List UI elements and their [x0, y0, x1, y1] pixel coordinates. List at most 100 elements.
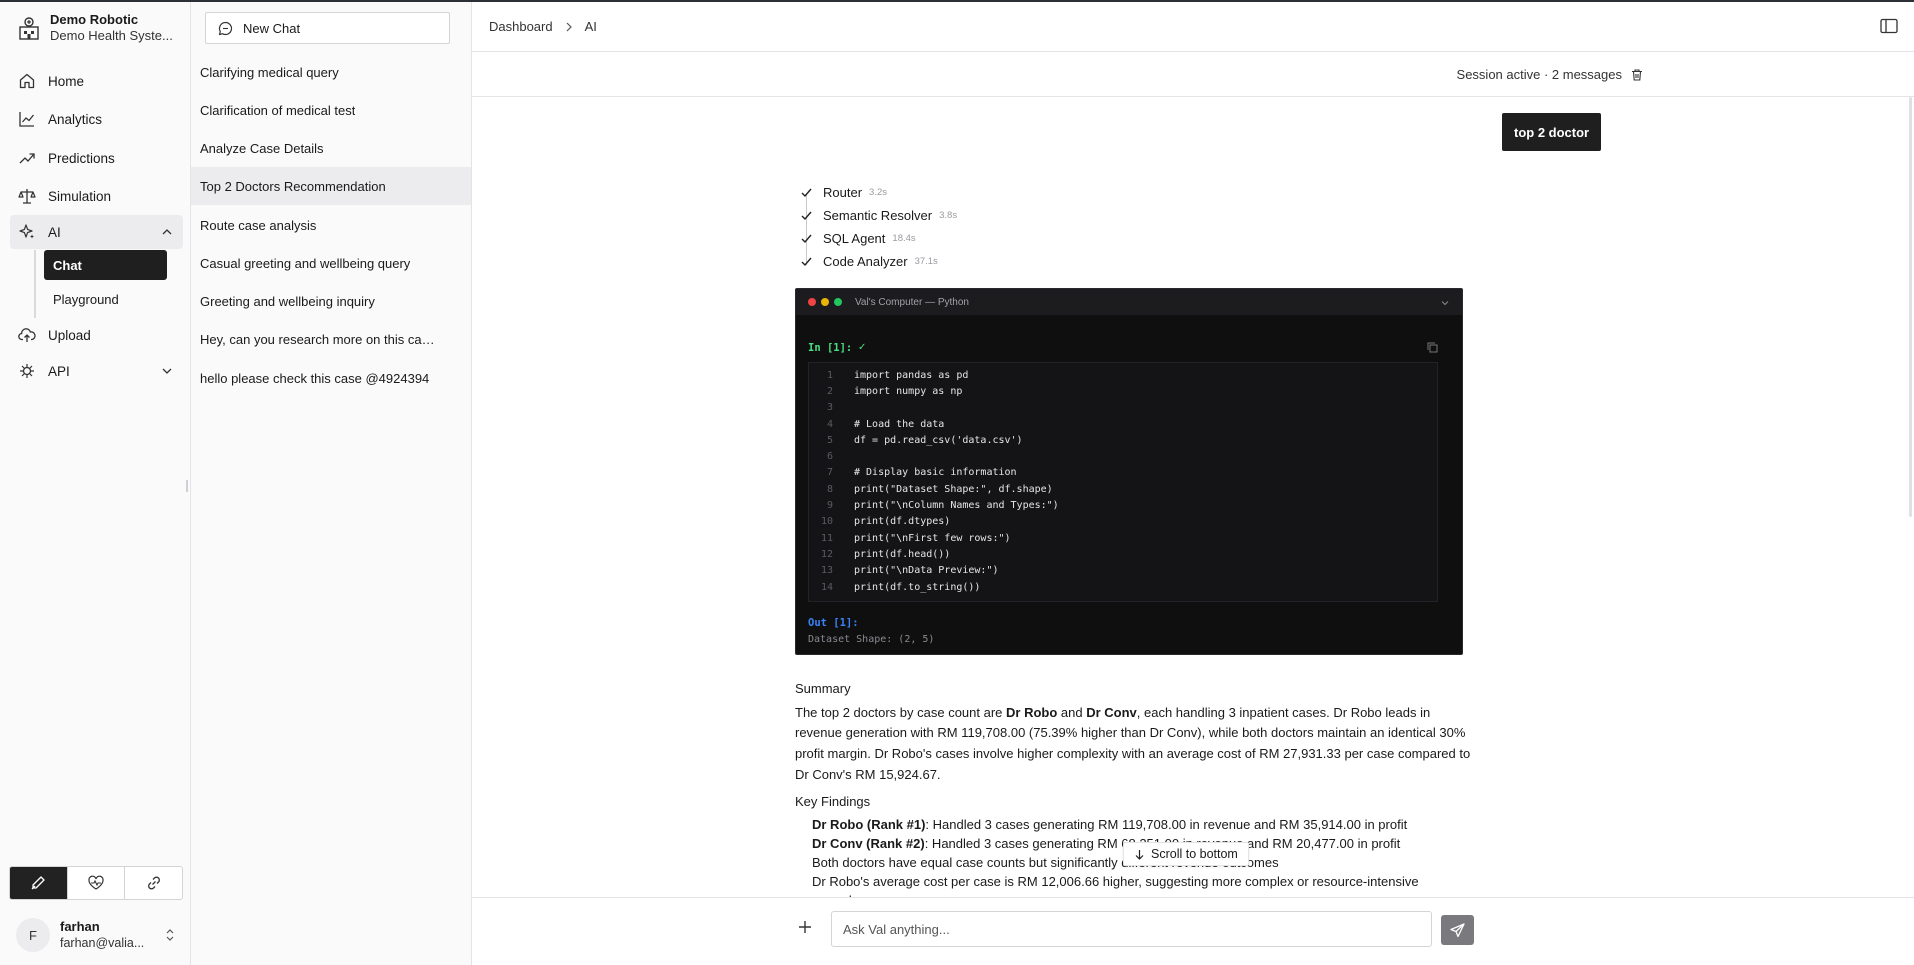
- code-text: # Load the data: [854, 418, 945, 430]
- nav-item-predictions[interactable]: Predictions: [10, 141, 183, 175]
- message-circle-icon: [218, 21, 233, 35]
- panel-toggle-icon[interactable]: [1880, 18, 1898, 34]
- new-chat-button[interactable]: New Chat: [205, 12, 450, 44]
- code-line: 9 print("\nColumn Names and Types:"): [826, 500, 1059, 512]
- hospital-logo-icon: [19, 17, 39, 40]
- step-label: SQL Agent: [823, 231, 886, 246]
- chat-history-item[interactable]: Hey, can you research more on this cas..…: [191, 320, 471, 358]
- nav-item-upload[interactable]: Upload: [10, 318, 183, 352]
- chat-history-item[interactable]: Clarification of medical test: [191, 91, 471, 129]
- pen-icon: [31, 876, 45, 890]
- code-block: 1 import pandas as pd 2 import numpy as np…: [808, 362, 1438, 602]
- plus-icon[interactable]: [798, 920, 812, 934]
- check-icon: [801, 257, 812, 267]
- agent-step: SQL Agent 18.4s: [800, 227, 957, 250]
- chat-title: Analyze Case Details: [200, 140, 324, 156]
- nav-subitem-chat[interactable]: Chat: [44, 250, 167, 280]
- input-cell-label: In [1]:: [808, 342, 853, 354]
- code-text: import pandas as pd: [854, 369, 969, 381]
- link-icon: [147, 876, 160, 890]
- step-time: 3.2s: [869, 187, 887, 198]
- list-item: Dr Robo (Rank #1): Handled 3 cases gener…: [812, 815, 1475, 834]
- chevron-down-icon[interactable]: [1440, 298, 1450, 308]
- chat-history-item[interactable]: hello please check this case @4924394: [191, 359, 471, 397]
- conversation-scroll[interactable]: top 2 doctor Router 3.2s Semantic Resolv…: [472, 97, 1914, 897]
- step-time: 18.4s: [892, 233, 916, 244]
- chat-title: hello please check this case @4924394: [200, 370, 430, 386]
- code-text: df = pd.read_csv('data.csv'): [854, 434, 1023, 446]
- step-time: 3.8s: [939, 210, 958, 221]
- send-icon: [1450, 922, 1465, 937]
- step-label: Code Analyzer: [823, 254, 908, 269]
- message-input[interactable]: [831, 911, 1432, 947]
- nav-subitem-playground[interactable]: Playground: [44, 284, 167, 314]
- agent-step: Code Analyzer 37.1s: [800, 250, 957, 273]
- code-line: 1 import pandas as pd: [826, 369, 969, 381]
- code-text: # Display basic information: [854, 467, 1017, 479]
- user-menu[interactable]: F farhan farhan@valia...: [16, 918, 176, 952]
- nav-item-analytics[interactable]: Analytics: [10, 102, 183, 136]
- summary-heading: Summary: [795, 681, 851, 696]
- findings-heading: Key Findings: [795, 793, 871, 809]
- check-icon: [801, 211, 812, 221]
- nav-label: Simulation: [48, 188, 112, 204]
- scroll-to-bottom-button[interactable]: Scroll to bottom: [1123, 842, 1249, 866]
- chat-title: Route case analysis: [200, 217, 317, 233]
- arrow-down-icon: [1135, 849, 1144, 860]
- new-chat-label: New Chat: [243, 20, 301, 36]
- pen-tool-button[interactable]: [10, 867, 68, 899]
- nav-item-simulation[interactable]: Simulation: [10, 179, 183, 213]
- maximize-dot-icon: [834, 298, 842, 306]
- check-icon: [801, 188, 812, 198]
- nav-item-ai[interactable]: AI: [10, 215, 183, 249]
- home-icon: [19, 73, 35, 89]
- code-line: 14 print(df.to_string()): [820, 581, 981, 593]
- chat-title: Top 2 Doctors Recommendation: [200, 178, 386, 194]
- scrollbar-thumb[interactable]: [1909, 97, 1912, 517]
- health-tool-button[interactable]: [68, 867, 126, 899]
- sidebar-resize-handle[interactable]: [186, 480, 188, 492]
- cloud-upload-icon: [18, 328, 36, 342]
- code-text: print(df.to_string()): [854, 581, 981, 593]
- breadcrumb-ai: AI: [584, 19, 597, 34]
- line-chart-icon: [19, 112, 35, 127]
- cell-success-icon: ✓: [858, 342, 867, 353]
- code-line: 12 print(df.head()): [820, 548, 951, 560]
- python-terminal: Val's Computer — Python In [1]: ✓ 1 impor…: [795, 288, 1463, 655]
- chat-history-item[interactable]: Casual greeting and wellbeing query: [191, 244, 471, 282]
- chat-history-item[interactable]: Greeting and wellbeing inquiry: [191, 282, 471, 320]
- link-tool-button[interactable]: [125, 867, 182, 899]
- nav-item-home[interactable]: Home: [10, 64, 183, 98]
- chat-history-item[interactable]: Analyze Case Details: [191, 129, 471, 167]
- code-text: import numpy as np: [854, 385, 963, 397]
- send-button[interactable]: [1441, 915, 1474, 945]
- copy-icon[interactable]: [1427, 342, 1438, 353]
- nav-label: Upload: [48, 327, 91, 343]
- summary-text: The top 2 doctors by case count are: [795, 704, 1007, 720]
- nav-item-api[interactable]: API: [10, 354, 183, 388]
- doctor-name-bold: Dr Conv: [1086, 704, 1137, 720]
- nav-label: Predictions: [48, 150, 115, 166]
- chat-history-item[interactable]: Clarifying medical query: [191, 53, 471, 91]
- scale-icon: [18, 189, 36, 204]
- submenu-guide-line: [34, 250, 36, 318]
- code-line: 5 df = pd.read_csv('data.csv'): [826, 434, 1023, 446]
- chat-history-item[interactable]: Route case analysis: [191, 206, 471, 244]
- avatar: F: [16, 918, 50, 952]
- sparkles-icon: [19, 224, 34, 239]
- finding-text: : Handled 3 cases generating RM 119,708.…: [925, 817, 1408, 833]
- chevron-up-icon: [162, 229, 172, 235]
- session-bar: Session active · 2 messages: [472, 52, 1914, 97]
- agent-steps: Router 3.2s Semantic Resolver 3.8s SQL A…: [800, 181, 957, 273]
- code-line: 11 print("\nFirst few rows:"): [820, 532, 1011, 544]
- quick-tools: [9, 866, 183, 900]
- session-status: Session active · 2 messages: [1457, 67, 1644, 82]
- trash-icon[interactable]: [1630, 68, 1644, 82]
- chat-history-item-active[interactable]: Top 2 Doctors Recommendation: [191, 167, 471, 205]
- output-cell-label: Out [1]:: [808, 617, 859, 629]
- code-line: 13 print("\nData Preview:"): [820, 565, 999, 577]
- output-text: Dataset Shape: (2, 5): [808, 634, 935, 645]
- check-icon: [801, 234, 812, 244]
- org-switcher[interactable]: Demo Robotic Demo Health Syste...: [16, 12, 180, 44]
- breadcrumb-dashboard[interactable]: Dashboard: [489, 19, 553, 34]
